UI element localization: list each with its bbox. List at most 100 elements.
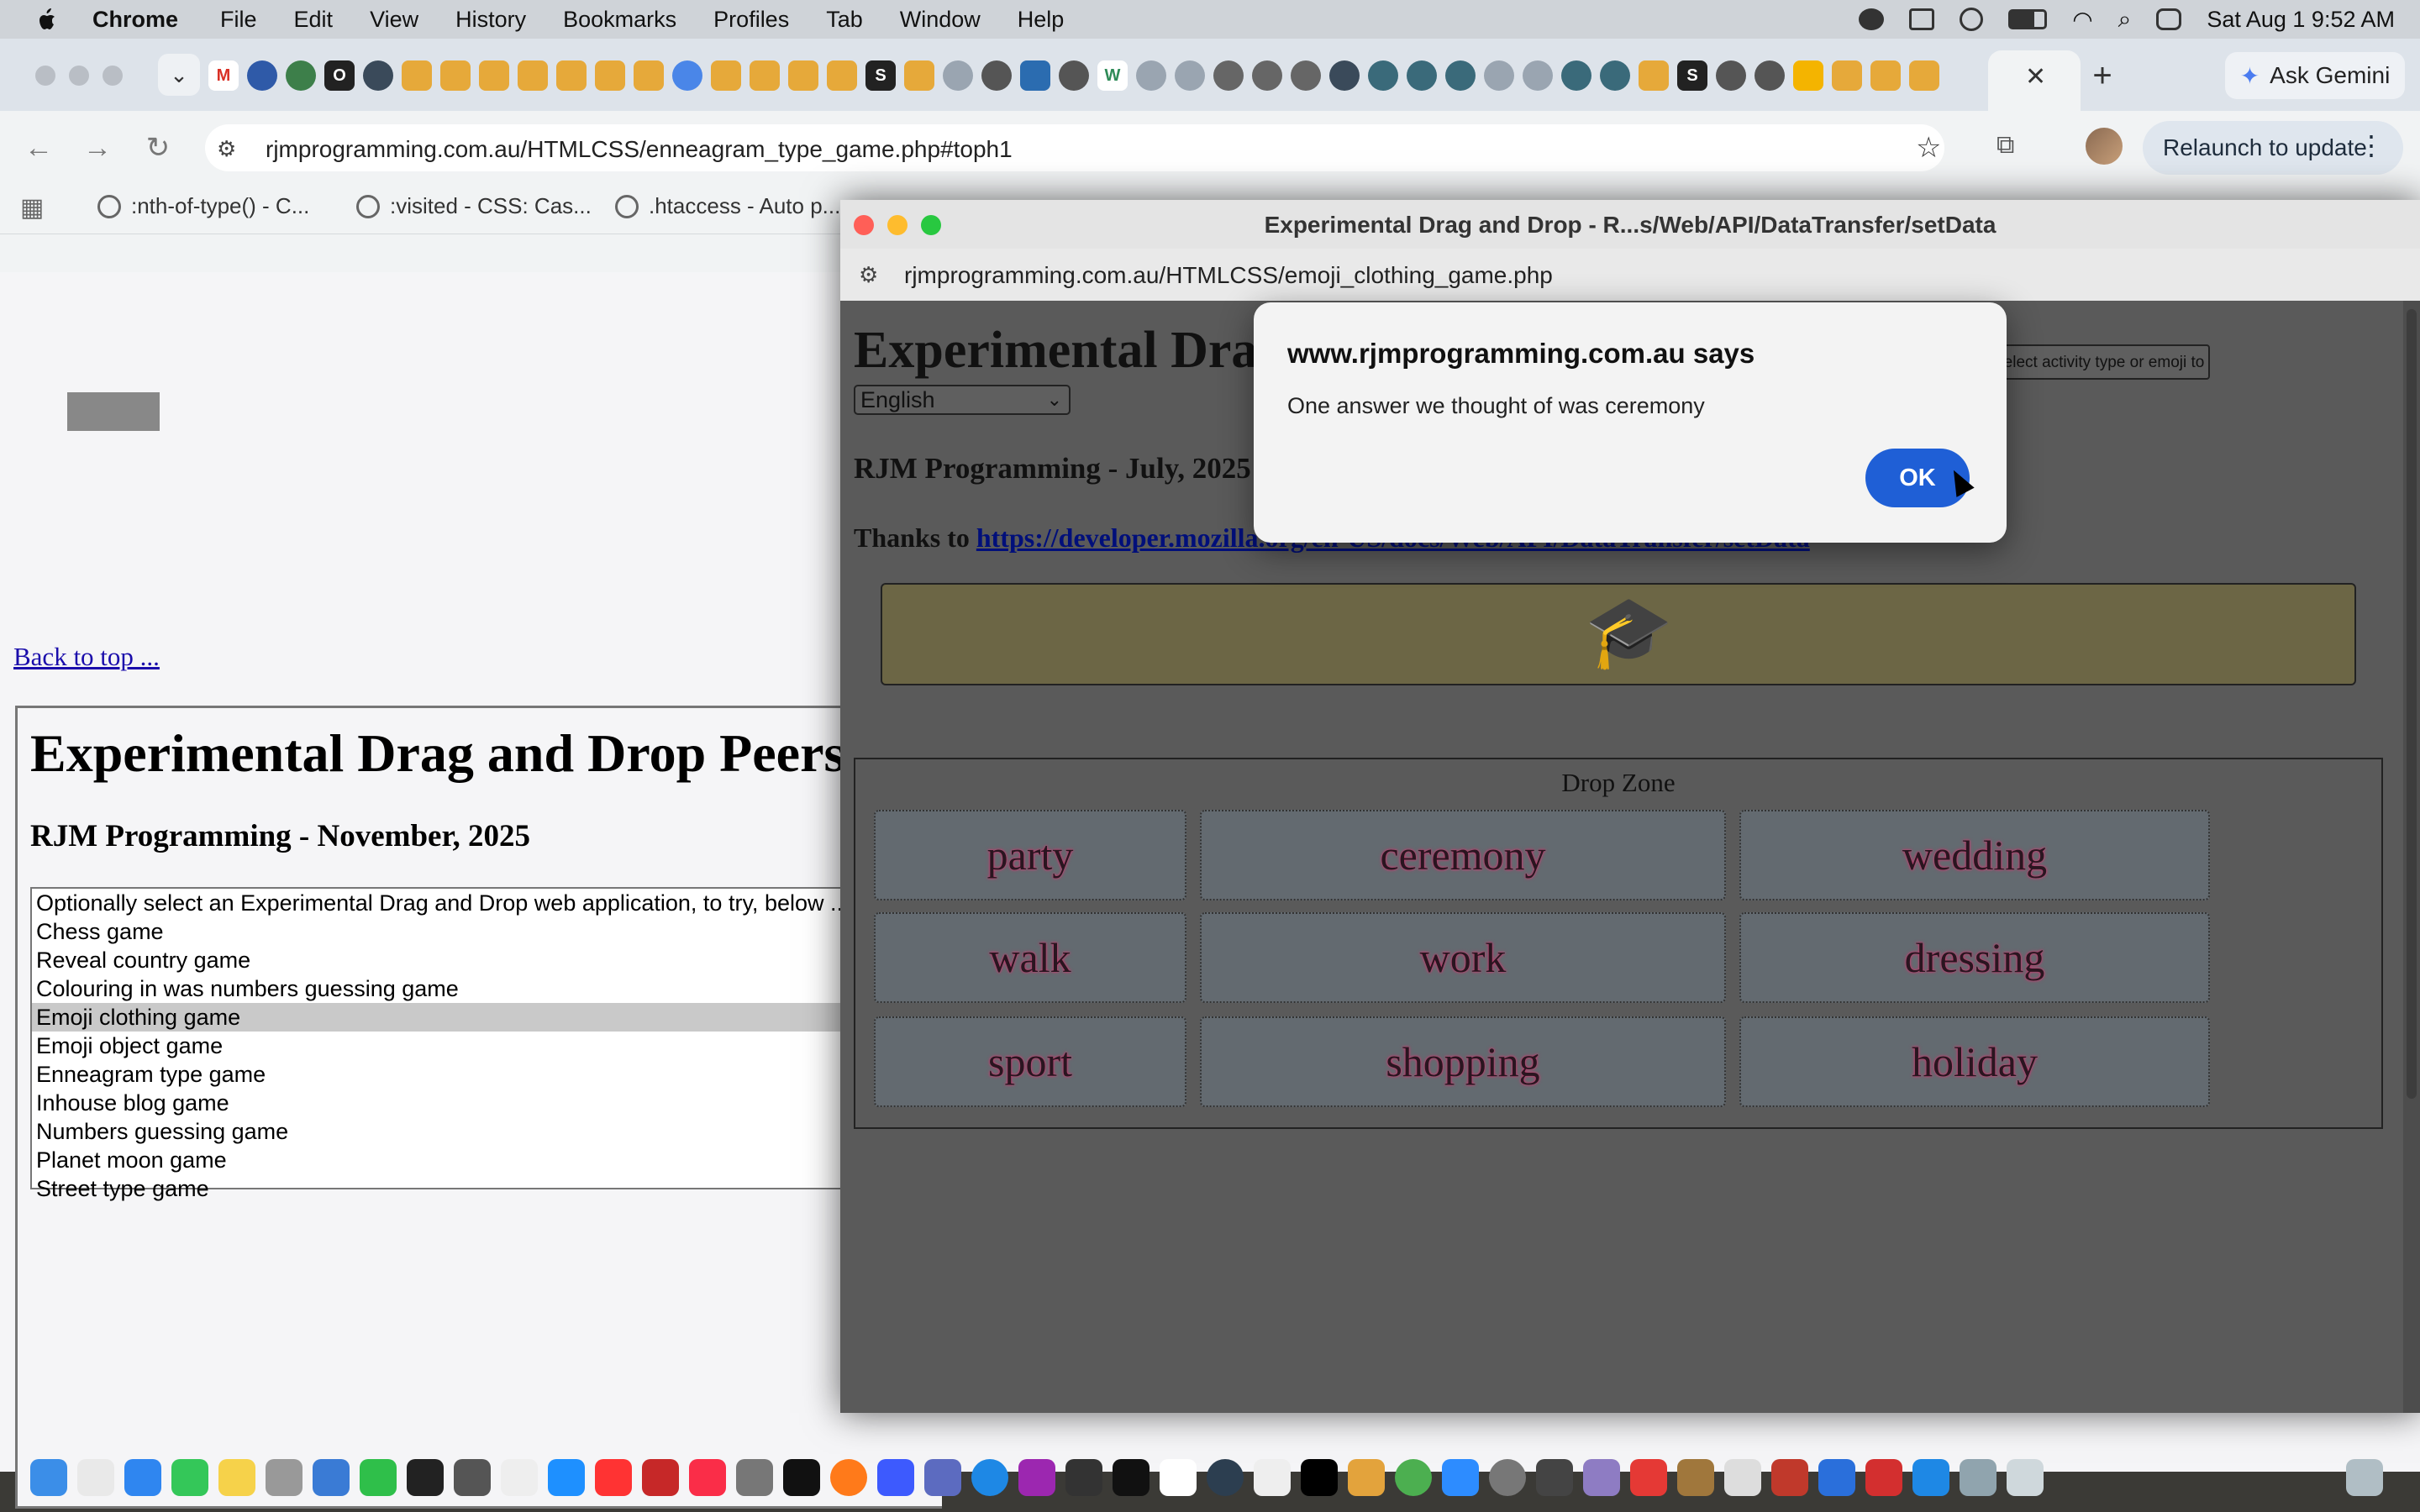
list-item[interactable]: Street type game — [32, 1174, 956, 1203]
terminal-icon[interactable] — [1113, 1459, 1150, 1496]
back-to-top-link[interactable]: Back to top ... — [13, 642, 160, 672]
tab-favicon[interactable] — [363, 60, 393, 91]
status-app-icon[interactable] — [1859, 8, 1885, 30]
tab-favicon[interactable] — [1523, 60, 1553, 91]
safari-icon[interactable] — [971, 1459, 1008, 1496]
app-icon[interactable] — [736, 1459, 773, 1496]
tab-favicon[interactable] — [788, 60, 818, 91]
control-center-icon[interactable] — [2156, 8, 2182, 30]
facetime-icon[interactable] — [360, 1459, 397, 1496]
tab-favicon[interactable] — [1020, 60, 1050, 91]
menubar-clock[interactable]: Sat Aug 1 9:52 AM — [2207, 7, 2395, 33]
tab-favicon[interactable] — [1175, 60, 1205, 91]
menu-app-name[interactable]: Chrome — [92, 7, 178, 33]
tab-favicon[interactable] — [1754, 60, 1785, 91]
tab-favicon[interactable] — [247, 60, 277, 91]
tab-favicon[interactable] — [711, 60, 741, 91]
bookmark-item[interactable]: :nth-of-type() - C... — [97, 193, 309, 219]
language-select[interactable]: English ⌄ — [854, 385, 1071, 415]
menu-tab[interactable]: Tab — [826, 7, 863, 33]
drop-target-ceremony[interactable]: ceremony — [1200, 810, 1726, 900]
terminal-icon[interactable] — [407, 1459, 444, 1496]
trash-icon[interactable] — [2346, 1459, 2383, 1496]
site-info-icon[interactable]: ⚙ — [859, 262, 878, 288]
relaunch-button[interactable]: Relaunch to update ⋮ — [2143, 121, 2403, 175]
list-item[interactable]: Enneagram type game — [32, 1060, 956, 1089]
messages-icon[interactable] — [171, 1459, 208, 1496]
tab-favicon[interactable]: W — [1097, 60, 1128, 91]
popup-titlebar[interactable]: Experimental Drag and Drop - R...s/Web/A… — [840, 200, 2420, 249]
tab-favicon[interactable] — [1407, 60, 1437, 91]
tab-favicon-gmail[interactable]: M — [208, 60, 239, 91]
tab-favicon[interactable] — [1252, 60, 1282, 91]
app-icon[interactable] — [313, 1459, 350, 1496]
menu-edit[interactable]: Edit — [294, 7, 334, 33]
reload-icon[interactable]: ↻ — [138, 128, 178, 168]
app-icon[interactable] — [1677, 1459, 1714, 1496]
menu-view[interactable]: View — [370, 7, 418, 33]
drop-target-walk[interactable]: walk — [874, 912, 1186, 1003]
profile-avatar[interactable] — [2086, 128, 2123, 165]
wifi-icon[interactable]: ◠ — [2072, 6, 2092, 34]
drop-target-holiday[interactable]: holiday — [1739, 1016, 2210, 1107]
popup-scrollbar-thumb[interactable] — [2407, 309, 2417, 1099]
menu-window[interactable]: Window — [900, 7, 981, 33]
music-icon[interactable] — [689, 1459, 726, 1496]
tab-favicon[interactable] — [1484, 60, 1514, 91]
tab-favicon[interactable] — [634, 60, 664, 91]
menu-profiles[interactable]: Profiles — [713, 7, 789, 33]
more-menu-icon[interactable]: ⋮ — [2358, 129, 2385, 161]
calculator-icon[interactable] — [454, 1459, 491, 1496]
menu-help[interactable]: Help — [1018, 7, 1065, 33]
calendar-icon[interactable] — [1160, 1459, 1197, 1496]
menu-history[interactable]: History — [455, 7, 526, 33]
menu-file[interactable]: File — [220, 7, 257, 33]
app-icon[interactable] — [1348, 1459, 1385, 1496]
apps-grid-icon[interactable]: ▦ — [20, 193, 44, 223]
popup-url[interactable]: rjmprogramming.com.au/HTMLCSS/emoji_clot… — [904, 262, 1553, 289]
tab-favicon[interactable] — [402, 60, 432, 91]
drop-target-dressing[interactable]: dressing — [1739, 912, 2210, 1003]
tab-favicon[interactable] — [1445, 60, 1476, 91]
tab-search-button[interactable]: ⌄ — [158, 54, 200, 96]
app-icon[interactable] — [1583, 1459, 1620, 1496]
drop-target-shopping[interactable]: shopping — [1200, 1016, 1726, 1107]
drop-target-work[interactable]: work — [1200, 912, 1726, 1003]
list-item[interactable]: Emoji object game — [32, 1032, 956, 1060]
list-item[interactable]: Reveal country game — [32, 946, 956, 974]
tab-favicon[interactable] — [943, 60, 973, 91]
tab-favicon[interactable] — [904, 60, 934, 91]
list-item[interactable]: Planet moon game — [32, 1146, 956, 1174]
zoom-icon[interactable] — [1442, 1459, 1479, 1496]
battery-icon[interactable] — [2008, 9, 2048, 29]
document-icon[interactable] — [501, 1459, 538, 1496]
drop-target-wedding[interactable]: wedding — [1739, 810, 2210, 900]
app-icon[interactable] — [1065, 1459, 1102, 1496]
list-item[interactable]: Colouring in was numbers guessing game — [32, 974, 956, 1003]
search-icon[interactable]: ⌕ — [2118, 6, 2132, 34]
app-icon[interactable] — [1960, 1459, 1996, 1496]
list-item[interactable]: Chess game — [32, 917, 956, 946]
tab-favicon[interactable] — [672, 60, 702, 91]
tab-favicon[interactable] — [1870, 60, 1901, 91]
address-bar-url[interactable]: rjmprogramming.com.au/HTMLCSS/enneagram_… — [266, 136, 1013, 163]
game-select-list[interactable]: Optionally select an Experimental Drag a… — [30, 887, 958, 1201]
new-tab-button[interactable]: + — [2084, 57, 2121, 94]
list-item[interactable]: Numbers guessing game — [32, 1117, 956, 1146]
document-icon[interactable] — [1254, 1459, 1291, 1496]
app-icon[interactable] — [1536, 1459, 1573, 1496]
window-minimize-button[interactable] — [69, 66, 89, 86]
launchpad-icon[interactable] — [77, 1459, 114, 1496]
chrome-icon[interactable] — [1395, 1459, 1432, 1496]
finder-icon[interactable] — [30, 1459, 67, 1496]
tab-favicon[interactable]: S — [1677, 60, 1707, 91]
notes-icon[interactable] — [218, 1459, 255, 1496]
app-icon[interactable] — [1724, 1459, 1761, 1496]
play-icon[interactable] — [1960, 8, 1984, 31]
list-item[interactable]: Inhouse blog game — [32, 1089, 956, 1117]
tab-favicon[interactable] — [518, 60, 548, 91]
window-close-button[interactable] — [35, 66, 55, 86]
app-icon[interactable] — [924, 1459, 961, 1496]
tab-favicon[interactable] — [1832, 60, 1862, 91]
tv-icon[interactable] — [783, 1459, 820, 1496]
